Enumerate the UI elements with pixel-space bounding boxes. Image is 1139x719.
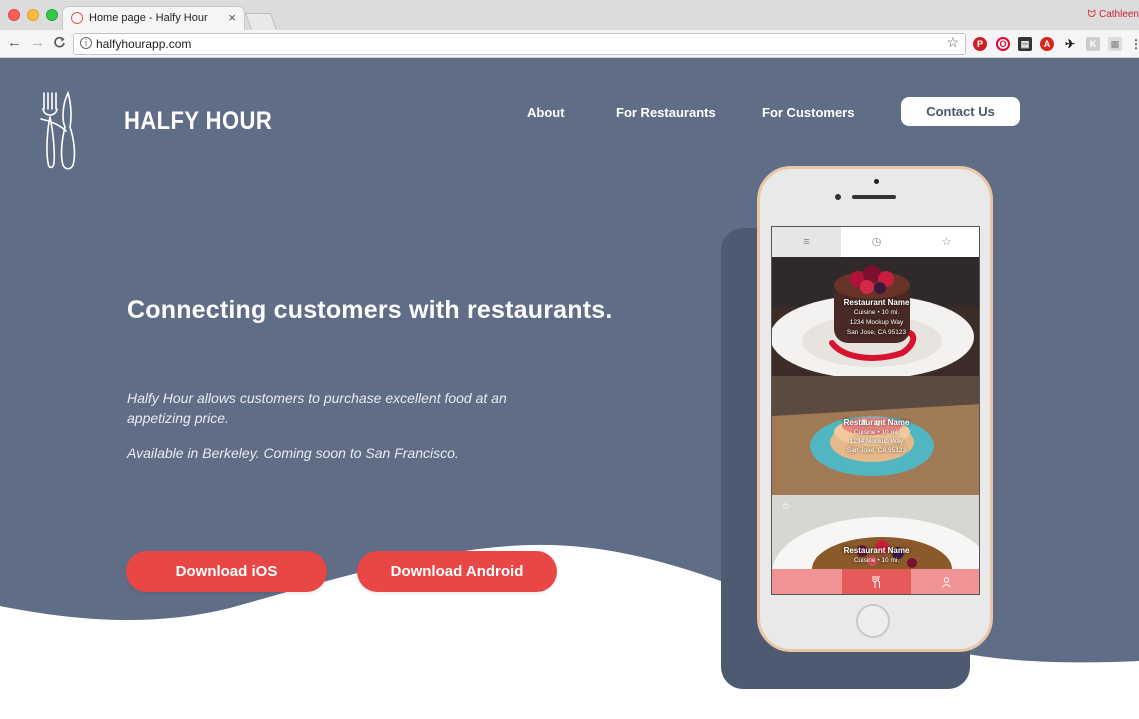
profile-button[interactable]: ᗢ Cathleen: [1088, 9, 1139, 20]
minimize-window-button[interactable]: [27, 9, 39, 21]
url-text[interactable]: halfyhourapp.com: [96, 37, 191, 51]
zoom-window-button[interactable]: [46, 9, 58, 21]
menu-icon[interactable]: ≡: [772, 227, 841, 257]
download-android-button[interactable]: Download Android: [357, 551, 557, 592]
browser-toolbar: ← → i halfyhourapp.com ☆ P O ▤ A ✈ K ▦ ⋮: [0, 30, 1139, 58]
address-bar[interactable]: i halfyhourapp.com ☆: [73, 33, 966, 55]
grey-extension-icon[interactable]: ▦: [1108, 37, 1122, 51]
restaurant-name: Restaurant Name: [843, 298, 910, 307]
fork-knife-logo-icon: [40, 91, 76, 170]
hero-description: Halfy Hour allows customers to purchase …: [127, 390, 507, 426]
pinterest-icon[interactable]: P: [973, 37, 987, 51]
profile-name: Cathleen: [1098, 9, 1139, 20]
app-bottom-tabs: [772, 569, 979, 594]
info-icon[interactable]: i: [80, 37, 92, 49]
restaurant-city: San Jose, CA 95123: [846, 329, 907, 336]
tab-close-icon[interactable]: ×: [228, 10, 236, 25]
nav-about[interactable]: About: [527, 105, 565, 120]
nav-for-restaurants[interactable]: For Restaurants: [616, 105, 716, 120]
hero-headline: Connecting customers with restaurants.: [127, 296, 613, 324]
profile-tab-icon[interactable]: [912, 569, 979, 594]
restaurant-name: Restaurant Name: [843, 418, 910, 427]
app-top-tabs: ≡ ◷ ☆: [772, 227, 979, 257]
restaurant-address: 1234 Mockup Way: [849, 319, 904, 326]
contact-us-button[interactable]: Contact Us: [901, 97, 1020, 126]
favorite-star-icon[interactable]: ✩: [782, 501, 790, 512]
browser-tab-bar: Home page - Halfy Hour × ᗢ Cathleen: [0, 0, 1139, 30]
tab-title: Home page - Halfy Hour: [89, 12, 208, 24]
back-arrow-icon[interactable]: ←: [7, 33, 22, 53]
hero-availability: Available in Berkeley. Coming soon to Sa…: [127, 445, 459, 461]
restaurant-cuisine: Cuisine • 10 mi.: [853, 557, 900, 564]
star-icon[interactable]: ☆: [946, 34, 959, 51]
browser-tab-active[interactable]: Home page - Halfy Hour ×: [62, 6, 245, 30]
restaurant-city: San Jose, CA 95123: [846, 447, 907, 454]
opera-icon[interactable]: O: [996, 37, 1010, 51]
restaurant-name: Restaurant Name: [843, 546, 910, 555]
new-tab-button[interactable]: [244, 13, 278, 30]
nav-for-customers[interactable]: For Customers: [762, 105, 854, 120]
adblock-icon[interactable]: A: [1040, 37, 1054, 51]
close-window-button[interactable]: [8, 9, 20, 21]
favorite-icon[interactable]: ☆: [912, 227, 979, 257]
download-ios-button[interactable]: Download iOS: [126, 551, 327, 592]
bird-extension-icon[interactable]: ✈: [1063, 37, 1077, 51]
profile-icon: ᗢ: [1087, 9, 1096, 20]
menu-dots-icon[interactable]: ⋮: [1129, 37, 1139, 51]
phone-home-button: [856, 604, 890, 638]
restaurant-cuisine: Cuisine • 10 mi.: [853, 309, 900, 316]
restaurant-card[interactable]: Restaurant Name Cuisine • 10 mi. 1234 Mo…: [772, 257, 979, 376]
phone-screen: ≡ ◷ ☆ Restaurant Name Cuisine • 10 mi. 1…: [771, 226, 980, 595]
bottom-tab-left[interactable]: [772, 569, 841, 594]
phone-speaker: [852, 195, 896, 199]
forward-arrow-icon[interactable]: →: [30, 33, 45, 53]
brand-name[interactable]: HALFY HOUR: [124, 107, 272, 136]
utensils-icon[interactable]: [842, 569, 911, 594]
clock-icon[interactable]: ◷: [842, 227, 911, 257]
extension-icon[interactable]: ▤: [1018, 37, 1032, 51]
phone-front-camera: [835, 194, 841, 200]
clock-favicon-icon: [71, 12, 83, 24]
k-extension-icon[interactable]: K: [1086, 37, 1100, 51]
restaurant-card[interactable]: Restaurant Name Cuisine • 10 mi. 1234 Mo…: [772, 376, 979, 495]
phone-camera: [874, 179, 879, 184]
reload-icon[interactable]: [53, 33, 66, 54]
